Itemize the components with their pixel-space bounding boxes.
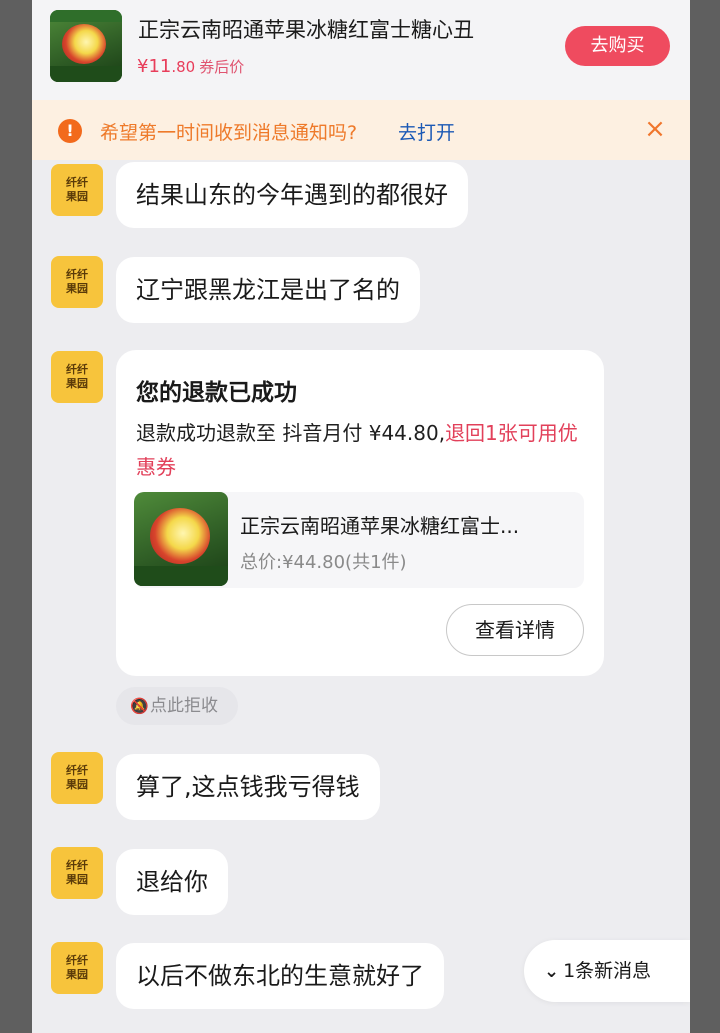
avatar-line1: 纤纤 [66, 363, 88, 376]
avatar-line1: 纤纤 [66, 268, 88, 281]
chat-screen: 正宗云南昭通苹果冰糖红富士糖心丑 ¥11.80 券后价 去购买 ! 希望第一时间收… [32, 0, 690, 1033]
notification-bar: ! 希望第一时间收到消息通知吗? 去打开 × [32, 100, 690, 160]
avatar[interactable]: 纤纤 果园 [51, 256, 103, 308]
thumbnail-footer [134, 566, 228, 586]
avatar-line2: 果园 [66, 968, 88, 981]
message-bubble[interactable]: 算了,这点钱我亏得钱 [116, 754, 380, 820]
refuse-button[interactable]: 🔕点此拒收 [116, 687, 238, 725]
buy-button[interactable]: 去购买 [565, 26, 670, 66]
product-thumbnail[interactable] [50, 10, 122, 82]
price-integer: ¥11 [137, 56, 172, 77]
avatar-line2: 果园 [66, 377, 88, 390]
apple-image [150, 508, 210, 564]
order-summary[interactable]: 正宗云南昭通苹果冰糖红富士... 总价:¥44.80(共1件) [134, 492, 584, 588]
avatar[interactable]: 纤纤 果园 [51, 351, 103, 403]
refund-card[interactable]: 您的退款已成功 退款成功退款至 抖音月付 ¥44.80,退回1张可用优惠券 正宗… [116, 350, 604, 676]
product-price: ¥11.80 券后价 [137, 56, 244, 77]
thumbnail-banner [50, 10, 122, 22]
refund-body: 退款成功退款至 抖音月付 ¥44.80,退回1张可用优惠券 [136, 416, 586, 484]
refund-title: 您的退款已成功 [136, 380, 297, 406]
avatar-line2: 果园 [66, 282, 88, 295]
avatar[interactable]: 纤纤 果园 [51, 847, 103, 899]
apple-image [62, 24, 106, 64]
product-title[interactable]: 正宗云南昭通苹果冰糖红富士糖心丑 [138, 14, 538, 44]
avatar-line1: 纤纤 [66, 176, 88, 189]
avatar-line1: 纤纤 [66, 764, 88, 777]
price-decimal: .80 [171, 58, 196, 76]
refuse-label: 点此拒收 [150, 696, 218, 716]
enable-notification-link[interactable]: 去打开 [398, 118, 455, 145]
avatar-line1: 纤纤 [66, 859, 88, 872]
avatar[interactable]: 纤纤 果园 [51, 752, 103, 804]
order-total: 总价:¥44.80(共1件) [240, 552, 407, 573]
avatar-line1: 纤纤 [66, 954, 88, 967]
order-product-name: 正宗云南昭通苹果冰糖红富士... [240, 514, 520, 538]
bell-off-icon: 🔕 [130, 697, 149, 715]
message-bubble[interactable]: 结果山东的今年遇到的都很好 [116, 162, 468, 228]
thumbnail-footer [50, 66, 122, 82]
new-message-button[interactable]: ⌄ 1条新消息 [524, 940, 690, 1002]
avatar[interactable]: 纤纤 果园 [51, 942, 103, 994]
refund-text: 退款成功退款至 抖音月付 ¥44.80, [136, 421, 446, 445]
avatar-line2: 果园 [66, 190, 88, 203]
avatar-line2: 果园 [66, 778, 88, 791]
avatar-line2: 果园 [66, 873, 88, 886]
close-icon[interactable]: × [641, 114, 669, 144]
double-chevron-down-icon: ⌄ [544, 961, 560, 982]
message-bubble[interactable]: 以后不做东北的生意就好了 [116, 943, 444, 1009]
message-bubble[interactable]: 辽宁跟黑龙江是出了名的 [116, 257, 420, 323]
notification-text: 希望第一时间收到消息通知吗? [100, 122, 358, 144]
price-label: 券后价 [199, 58, 245, 76]
avatar[interactable]: 纤纤 果园 [51, 164, 103, 216]
view-details-button[interactable]: 查看详情 [446, 604, 584, 656]
order-thumbnail [134, 492, 228, 586]
message-bubble[interactable]: 退给你 [116, 849, 228, 915]
new-message-label: 1条新消息 [563, 960, 652, 982]
product-bar[interactable]: 正宗云南昭通苹果冰糖红富士糖心丑 ¥11.80 券后价 去购买 [32, 0, 690, 100]
warning-icon: ! [58, 119, 82, 143]
